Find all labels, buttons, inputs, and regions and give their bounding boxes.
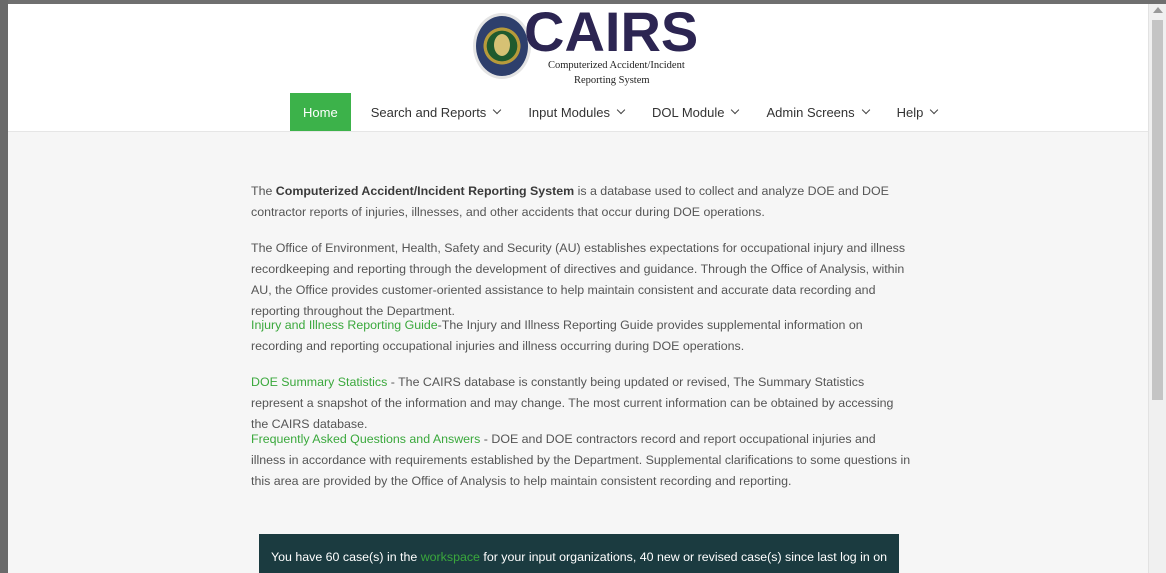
seal-center bbox=[494, 34, 510, 56]
intro-prefix: The bbox=[251, 184, 276, 198]
vertical-scrollbar[interactable] bbox=[1148, 4, 1166, 573]
doe-seal-icon bbox=[476, 16, 528, 76]
office-text: The Office of Environment, Health, Safet… bbox=[251, 241, 906, 318]
page-viewport: CAIRS Computerized Accident/Incident Rep… bbox=[8, 4, 1148, 573]
site-header: CAIRS Computerized Accident/Incident Rep… bbox=[8, 4, 1148, 132]
faq-link[interactable]: Frequently Asked Questions and Answers bbox=[251, 432, 480, 446]
nav-search-and-reports-label: Search and Reports bbox=[370, 104, 487, 120]
cairs-logo[interactable]: CAIRS Computerized Accident/Incident Rep… bbox=[470, 4, 720, 90]
chevron-down-icon bbox=[493, 105, 502, 115]
logo-subtitle-line2: Reporting System bbox=[574, 75, 650, 86]
notice-suffix: for your input organizations, 40 new or … bbox=[483, 550, 887, 573]
scroll-up-arrow-icon[interactable] bbox=[1153, 7, 1163, 13]
summary-statistics-paragraph: DOE Summary Statistics - The CAIRS datab… bbox=[251, 372, 911, 435]
injury-illness-reporting-guide-link[interactable]: Injury and Illness Reporting Guide bbox=[251, 318, 438, 332]
nav-input-modules-label: Input Modules bbox=[528, 104, 610, 120]
nav-admin-screens-label: Admin Screens bbox=[766, 104, 855, 120]
nav-dol-module[interactable]: DOL Module bbox=[638, 93, 753, 131]
nav-home-label: Home bbox=[303, 104, 338, 120]
logo-subtitle-line1: Computerized Accident/Incident bbox=[548, 60, 685, 71]
workspace-notice: You have 60 case(s) in the workspace for… bbox=[259, 534, 899, 573]
main-content: The Computerized Accident/Incident Repor… bbox=[8, 132, 1148, 573]
nav-input-modules[interactable]: Input Modules bbox=[514, 93, 638, 131]
chevron-down-icon bbox=[930, 105, 939, 115]
nav-search-and-reports[interactable]: Search and Reports bbox=[357, 93, 515, 131]
nav-admin-screens[interactable]: Admin Screens bbox=[752, 93, 882, 131]
nav-help[interactable]: Help bbox=[883, 93, 952, 131]
logo-wordmark: CAIRS bbox=[524, 4, 699, 63]
system-name: Computerized Accident/Incident Reporting… bbox=[275, 184, 575, 198]
chevron-down-icon bbox=[731, 105, 740, 115]
notice-prefix: You have 60 case(s) in the bbox=[271, 550, 421, 564]
chevron-down-icon bbox=[616, 105, 626, 115]
chevron-down-icon bbox=[861, 105, 870, 115]
window-frame-left bbox=[0, 0, 8, 573]
nav-dol-module-label: DOL Module bbox=[651, 104, 725, 120]
intro-paragraph: The Computerized Accident/Incident Repor… bbox=[251, 181, 911, 223]
main-nav: Home Search and Reports Input Modules DO… bbox=[290, 93, 951, 131]
office-paragraph: The Office of Environment, Health, Safet… bbox=[251, 238, 911, 322]
faq-paragraph: Frequently Asked Questions and Answers -… bbox=[251, 429, 911, 492]
workspace-link[interactable]: workspace bbox=[421, 550, 480, 564]
scroll-thumb[interactable] bbox=[1152, 20, 1163, 400]
doe-summary-statistics-link[interactable]: DOE Summary Statistics bbox=[251, 375, 387, 389]
nav-help-label: Help bbox=[896, 104, 924, 120]
nav-home[interactable]: Home bbox=[290, 93, 351, 131]
reporting-guide-paragraph: Injury and Illness Reporting Guide-The I… bbox=[251, 315, 911, 357]
